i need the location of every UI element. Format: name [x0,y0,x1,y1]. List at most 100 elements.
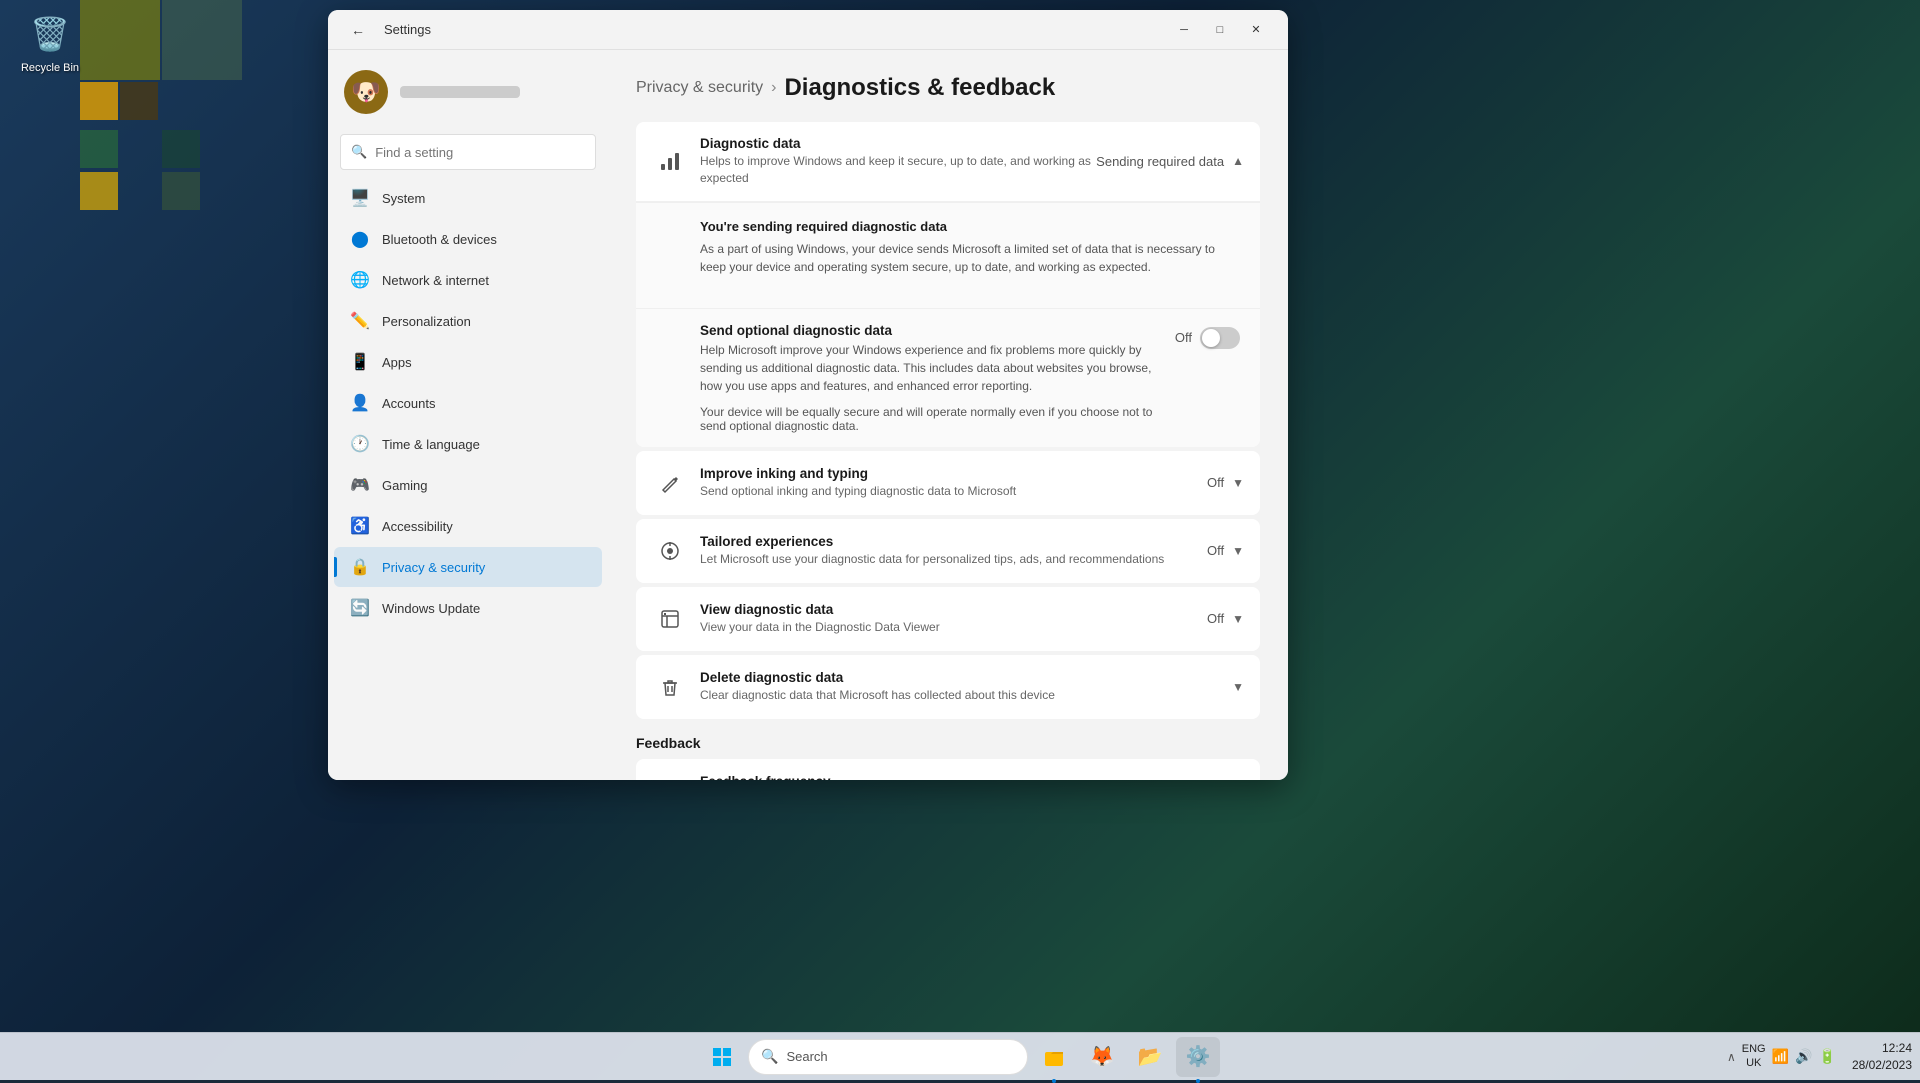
improve-inking-row[interactable]: Improve inking and typing Send optional … [636,451,1260,515]
active-indicator [334,557,337,577]
delete-diagnostic-right: ▼ [1232,680,1244,694]
nav-item-time[interactable]: 🕐 Time & language [334,424,602,464]
diagnostic-data-chevron: ▲ [1232,154,1244,168]
sidebar-search-input[interactable] [375,145,585,160]
user-profile[interactable]: 🐶 [328,58,608,126]
delete-diagnostic-desc: Clear diagnostic data that Microsoft has… [700,687,1232,704]
diagnostic-data-value: Sending required data [1096,154,1224,169]
back-button[interactable]: ← [344,16,372,44]
improve-inking-value: Off [1207,475,1224,490]
delete-diagnostic-chevron: ▼ [1232,680,1244,694]
clock-date: 28/02/2023 [1852,1057,1912,1074]
feedback-frequency-text: Feedback frequency Choose how often Wind… [700,774,1046,780]
update-icon: 🔄 [350,598,370,618]
nav-item-gaming[interactable]: 🎮 Gaming [334,465,602,505]
settings-window: ← Settings ─ □ ✕ 🐶 🔍 [328,10,1288,780]
optional-diagnostic-row: Send optional diagnostic data Help Micro… [636,308,1260,447]
nav-item-accounts[interactable]: 👤 Accounts [334,383,602,423]
taskbar-explorer-button[interactable] [1032,1037,1076,1077]
nav-item-update[interactable]: 🔄 Windows Update [334,588,602,628]
nav-item-accessibility[interactable]: ♿ Accessibility [334,506,602,546]
view-diagnostic-icon [652,601,688,637]
nav-item-system[interactable]: 🖥️ System [334,178,602,218]
improve-inking-text: Improve inking and typing Send optional … [700,466,1207,500]
tray-arrow[interactable]: ∧ [1727,1050,1736,1064]
improve-inking-card: Improve inking and typing Send optional … [636,451,1260,515]
nav-item-personalization[interactable]: ✏️ Personalization [334,301,602,341]
feedback-frequency-title: Feedback frequency [700,774,1046,780]
bluetooth-icon: ⬤ [350,229,370,249]
username-bar [400,86,520,98]
optional-right: Off [1175,327,1240,349]
sidebar: 🐶 🔍 🖥️ System ⬤ Bluetooth & [328,50,608,780]
tailored-experiences-row[interactable]: Tailored experiences Let Microsoft use y… [636,519,1260,583]
optional-footer: Your device will be equally secure and w… [700,405,1175,433]
taskbar-settings-button[interactable]: ⚙️ [1176,1037,1220,1077]
system-icon: 🖥️ [350,188,370,208]
delete-diagnostic-row[interactable]: Delete diagnostic data Clear diagnostic … [636,655,1260,719]
improve-inking-icon [652,465,688,501]
accessibility-icon: ♿ [350,516,370,536]
feedback-frequency-icon [652,773,688,780]
taskbar-firefox-button[interactable]: 🦊 [1080,1037,1124,1077]
recycle-bin-icon[interactable]: 🗑️ Recycle Bin [10,10,90,74]
tailored-experiences-desc: Let Microsoft use your diagnostic data f… [700,551,1207,568]
diagnostic-data-title: Diagnostic data [700,136,1096,151]
gaming-icon: 🎮 [350,475,370,495]
diagnostic-data-icon [652,143,688,179]
avatar: 🐶 [344,70,388,114]
view-diagnostic-desc: View your data in the Diagnostic Data Vi… [700,619,1207,636]
time-icon: 🕐 [350,434,370,454]
breadcrumb-separator: › [771,79,776,97]
delete-diagnostic-text: Delete diagnostic data Clear diagnostic … [700,670,1232,704]
taskbar-search-label: Search [786,1049,827,1064]
nav-item-apps[interactable]: 📱 Apps [334,342,602,382]
taskbar-search[interactable]: 🔍 Search [748,1039,1028,1075]
apps-icon: 📱 [350,352,370,372]
privacy-icon: 🔒 [350,557,370,577]
send-info-desc: As a part of using Windows, your device … [700,240,1240,276]
lang-indicator[interactable]: ENGUK [1742,1043,1766,1069]
diagnostic-data-right: Sending required data ▲ [1096,154,1244,169]
view-diagnostic-title: View diagnostic data [700,602,1207,617]
view-diagnostic-right: Off ▼ [1207,611,1244,626]
nav-item-privacy[interactable]: 🔒 Privacy & security [334,547,602,587]
start-button[interactable] [700,1037,744,1077]
search-icon: 🔍 [351,144,367,160]
close-button[interactable]: ✕ [1240,17,1272,43]
tailored-experiences-icon [652,533,688,569]
improve-inking-right: Off ▼ [1207,475,1244,490]
feedback-frequency-card: Feedback frequency Choose how often Wind… [636,759,1260,780]
titlebar: ← Settings ─ □ ✕ [328,10,1288,50]
accounts-icon: 👤 [350,393,370,413]
clock-time: 12:24 [1852,1040,1912,1057]
minimize-button[interactable]: ─ [1168,17,1200,43]
improve-inking-chevron: ▼ [1232,476,1244,490]
taskbar-files-button[interactable]: 📂 [1128,1037,1172,1077]
view-diagnostic-text: View diagnostic data View your data in t… [700,602,1207,636]
desktop-decoration [80,0,240,300]
tailored-experiences-card: Tailored experiences Let Microsoft use y… [636,519,1260,583]
volume-icon[interactable]: 🔊 [1795,1048,1812,1065]
diagnostic-data-desc: Helps to improve Windows and keep it sec… [700,153,1096,187]
optional-desc: Help Microsoft improve your Windows expe… [700,341,1175,395]
improve-inking-title: Improve inking and typing [700,466,1207,481]
delete-diagnostic-icon [652,669,688,705]
clock[interactable]: 12:24 28/02/2023 [1852,1040,1912,1074]
sidebar-search[interactable]: 🔍 [340,134,596,170]
send-info-title: You're sending required diagnostic data [700,219,1240,234]
breadcrumb-link[interactable]: Privacy & security [636,79,763,97]
feedback-frequency-row[interactable]: Feedback frequency Choose how often Wind… [636,759,1260,780]
wifi-icon[interactable]: 📶 [1772,1048,1789,1065]
toggle-knob [1202,329,1220,347]
view-diagnostic-row[interactable]: View diagnostic data View your data in t… [636,587,1260,651]
maximize-button[interactable]: □ [1204,17,1236,43]
optional-diagnostic-toggle[interactable] [1200,327,1240,349]
battery-icon[interactable]: 🔋 [1819,1048,1836,1065]
diagnostic-data-card: Diagnostic data Helps to improve Windows… [636,122,1260,447]
nav-item-bluetooth[interactable]: ⬤ Bluetooth & devices [334,219,602,259]
nav-item-network[interactable]: 🌐 Network & internet [334,260,602,300]
network-icon: 🌐 [350,270,370,290]
optional-toggle-label: Off [1175,330,1192,345]
diagnostic-data-row[interactable]: Diagnostic data Helps to improve Windows… [636,122,1260,202]
